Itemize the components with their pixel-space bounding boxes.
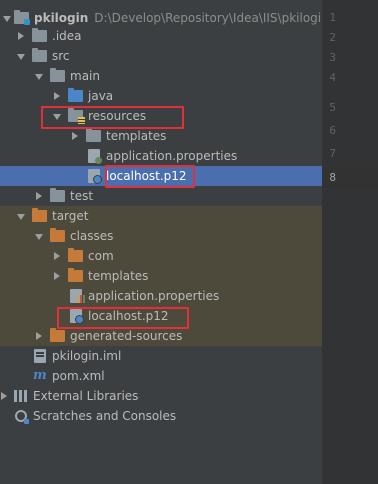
tree-row-project-root[interactable]: pkilogin D:\Develop\Repository\Idea\IIS\p… xyxy=(0,8,322,28)
line-number: 1 xyxy=(329,11,336,24)
source-folder-icon xyxy=(68,88,83,102)
project-tree[interactable]: pkilogin D:\Develop\Repository\Idea\IIS\p… xyxy=(0,0,322,484)
chevron-right-icon[interactable] xyxy=(54,272,60,280)
tree-row-target[interactable]: target xyxy=(0,206,322,226)
chevron-right-icon[interactable] xyxy=(54,92,60,100)
certificate-file-icon xyxy=(88,169,102,184)
tree-row-test[interactable]: test xyxy=(0,186,322,206)
tree-row-templates[interactable]: templates xyxy=(0,126,322,146)
line-number-current: 8 xyxy=(329,171,336,184)
properties-file-icon xyxy=(88,149,102,164)
chevron-down-icon[interactable] xyxy=(35,74,43,80)
line-number: 6 xyxy=(329,124,336,137)
chevron-down-icon[interactable] xyxy=(17,54,25,60)
chevron-right-icon[interactable] xyxy=(54,252,60,260)
chevron-right-icon[interactable] xyxy=(36,192,42,200)
folder-icon xyxy=(32,28,47,42)
tree-item-label: target xyxy=(52,209,89,223)
tree-item-label: classes xyxy=(70,229,114,243)
tree-row-main[interactable]: main xyxy=(0,66,322,86)
tree-item-label: generated-sources xyxy=(70,329,183,343)
project-path: D:\Develop\Repository\Idea\IIS\pkilogin xyxy=(94,11,322,25)
tree-row-pkilogin-iml[interactable]: pkilogin.iml xyxy=(0,346,322,366)
chevron-down-icon[interactable] xyxy=(17,214,25,220)
tree-item-label: templates xyxy=(88,269,149,283)
tree-row-src[interactable]: src xyxy=(0,46,322,66)
folder-icon xyxy=(50,188,65,202)
tree-item-label: application.properties xyxy=(106,149,238,163)
folder-icon xyxy=(32,48,47,62)
tree-row-target-templates[interactable]: templates xyxy=(0,266,322,286)
chevron-right-icon[interactable] xyxy=(36,332,42,340)
tree-row-application-properties[interactable]: application.properties xyxy=(0,146,322,166)
tree-item-label: test xyxy=(70,189,94,203)
folder-icon xyxy=(50,68,65,82)
maven-icon: m xyxy=(33,368,47,383)
tree-row-classes[interactable]: classes xyxy=(0,226,322,246)
tree-item-label: application.properties xyxy=(88,289,220,303)
chevron-down-icon[interactable] xyxy=(3,16,11,22)
highlight-box-target-localhost-p12 xyxy=(57,307,189,329)
iml-file-icon xyxy=(34,349,46,363)
tree-row-target-application-properties[interactable]: application.properties xyxy=(0,286,322,306)
editor-gutter: 1 2 3 4 5 6 7 8 xyxy=(322,0,378,484)
line-number: 5 xyxy=(329,101,336,114)
excluded-folder-icon xyxy=(50,228,65,242)
line-number: 2 xyxy=(329,31,336,44)
tree-item-label: pom.xml xyxy=(52,369,105,383)
highlight-box-resources xyxy=(41,106,184,129)
tree-item-label: java xyxy=(88,89,114,103)
tree-item-label: templates xyxy=(106,129,167,143)
tree-row-java[interactable]: java xyxy=(0,86,322,106)
folder-icon xyxy=(86,128,101,142)
tree-item-label: .idea xyxy=(52,29,82,43)
tree-row-pom-xml[interactable]: m pom.xml xyxy=(0,366,322,386)
properties-file-icon xyxy=(70,289,85,303)
excluded-folder-icon xyxy=(68,268,83,282)
excluded-folder-icon xyxy=(32,208,47,222)
line-number: 3 xyxy=(329,51,336,64)
tree-item-label: pkilogin.iml xyxy=(52,349,122,363)
tree-item-label: Scratches and Consoles xyxy=(33,409,177,423)
line-number: 7 xyxy=(329,147,336,160)
excluded-folder-icon xyxy=(50,328,65,342)
chevron-right-icon[interactable] xyxy=(72,132,78,140)
scratches-icon xyxy=(15,410,29,424)
libraries-icon xyxy=(14,390,28,402)
project-root-label: pkilogin D:\Develop\Repository\Idea\IIS\p… xyxy=(34,8,322,28)
tree-item-label: main xyxy=(70,69,100,83)
highlight-box-localhost-p12 xyxy=(105,165,195,188)
tree-row-generated-sources[interactable]: generated-sources xyxy=(0,326,322,346)
module-folder-icon xyxy=(14,10,30,25)
chevron-right-icon[interactable] xyxy=(1,392,7,400)
tree-row-idea[interactable]: .idea xyxy=(0,26,322,46)
chevron-right-icon[interactable] xyxy=(18,32,24,40)
tree-row-scratches[interactable]: Scratches and Consoles xyxy=(0,406,322,426)
line-number: 4 xyxy=(329,71,336,84)
tree-row-external-libraries[interactable]: External Libraries xyxy=(0,386,322,406)
tree-item-label: com xyxy=(88,249,114,263)
tree-item-label: External Libraries xyxy=(33,389,139,403)
tree-row-com[interactable]: com xyxy=(0,246,322,266)
chevron-down-icon[interactable] xyxy=(35,234,43,240)
tree-item-label: src xyxy=(52,49,70,63)
excluded-folder-icon xyxy=(68,248,83,262)
